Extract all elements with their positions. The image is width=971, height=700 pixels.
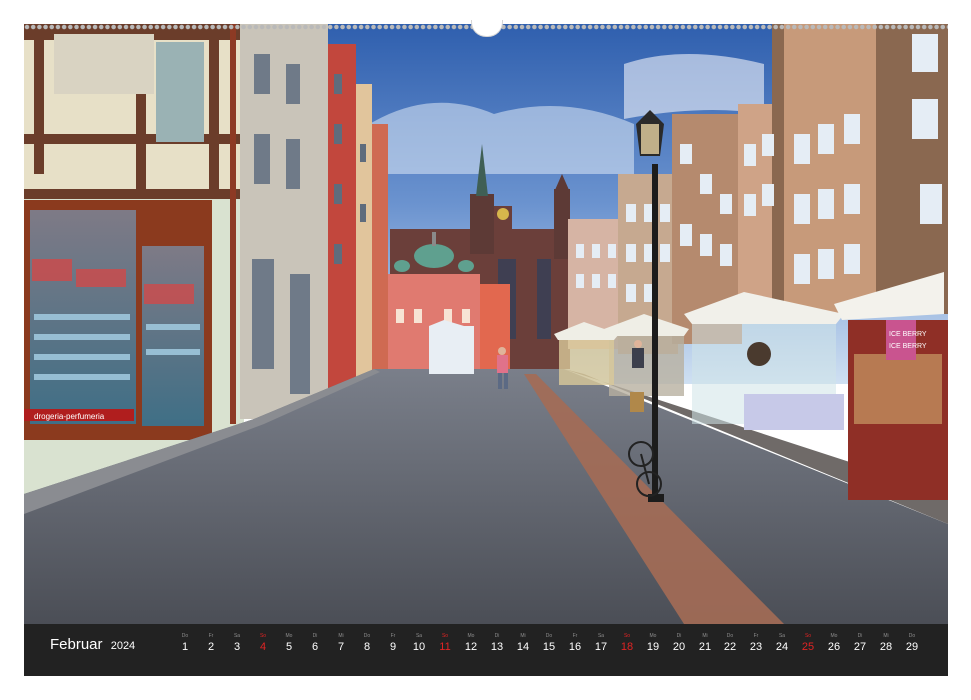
day-row: Do 1 Fr 2 Sa 3 So 4 Mo 5 Di 6 Mi 7 Do 8 Fr 9 Sa 10 So 11 Mo 12 D… (172, 633, 924, 665)
day-number: 14 (516, 641, 530, 653)
day-number: 4 (259, 641, 267, 653)
day-number: 12 (464, 641, 478, 653)
weekday-label: Di (312, 633, 318, 639)
weekday-label: Fr (753, 633, 759, 639)
day-cell: Do 8 (354, 633, 380, 654)
weekday-label: Mi (702, 633, 708, 639)
weekday-label: Sa (778, 633, 786, 639)
weekday-label: Di (676, 633, 682, 639)
day-number: 1 (181, 641, 189, 653)
weekday-label: Do (181, 633, 189, 639)
day-number: 27 (853, 641, 867, 653)
day-number: 22 (723, 641, 737, 653)
day-cell: Di 20 (666, 633, 692, 654)
day-cell: Di 27 (847, 633, 873, 654)
day-cell: So 4 (250, 633, 276, 654)
weekday-label: So (441, 633, 449, 639)
day-cell: Mi 14 (510, 633, 536, 654)
day-cell: So 18 (614, 633, 640, 654)
weekday-label: Sa (415, 633, 423, 639)
day-cell: Fr 9 (380, 633, 406, 654)
weekday-label: Di (857, 633, 863, 639)
weekday-label: Mo (830, 633, 838, 639)
day-number: 21 (698, 641, 712, 653)
weekday-label: So (804, 633, 812, 639)
day-number: 6 (311, 641, 319, 653)
day-cell: Di 13 (484, 633, 510, 654)
weekday-label: Do (908, 633, 916, 639)
day-cell: Mo 26 (821, 633, 847, 654)
day-number: 29 (905, 641, 919, 653)
day-cell: Sa 3 (224, 633, 250, 654)
weekday-label: Do (726, 633, 734, 639)
day-number: 15 (542, 641, 556, 653)
day-cell: Fr 23 (743, 633, 769, 654)
day-number: 23 (749, 641, 763, 653)
street-photo: drogeria-perfumeria ICE BERRY ICE BERRY (24, 24, 948, 624)
day-cell: So 11 (432, 633, 458, 654)
day-cell: Mo 12 (458, 633, 484, 654)
year: 2024 (110, 640, 136, 652)
day-number: 20 (672, 641, 686, 653)
day-number: 2 (207, 641, 215, 653)
weekday-label: So (259, 633, 267, 639)
day-number: 16 (568, 641, 582, 653)
weekday-label: So (623, 633, 631, 639)
weekday-label: Mi (883, 633, 889, 639)
day-number: 18 (620, 641, 634, 653)
weekday-label: Mo (467, 633, 475, 639)
stall-sign-line1: ICE BERRY (889, 331, 927, 338)
weekday-label: Mo (285, 633, 293, 639)
day-number: 5 (285, 641, 293, 653)
day-cell: Do 1 (172, 633, 198, 654)
weekday-label: Fr (572, 633, 578, 639)
weekday-label: Fr (208, 633, 214, 639)
day-cell: Fr 16 (562, 633, 588, 654)
weekday-label: Do (545, 633, 553, 639)
weekday-label: Do (363, 633, 371, 639)
month-name: Februar (50, 636, 103, 653)
day-cell: Mo 19 (640, 633, 666, 654)
day-number: 11 (439, 641, 451, 653)
weekday-label: Sa (233, 633, 241, 639)
day-cell: Di 6 (302, 633, 328, 654)
weekday-label: Di (494, 633, 500, 639)
day-number: 7 (337, 641, 345, 653)
day-cell: Mi 7 (328, 633, 354, 654)
weekday-label: Mi (338, 633, 344, 639)
weekday-label: Sa (597, 633, 605, 639)
day-cell: So 25 (795, 633, 821, 654)
day-number: 25 (801, 641, 815, 653)
day-cell: Mi 28 (873, 633, 899, 654)
day-cell: Fr 2 (198, 633, 224, 654)
day-cell: Do 15 (536, 633, 562, 654)
day-cell: Sa 17 (588, 633, 614, 654)
hdr-old-town-street-image: drogeria-perfumeria ICE BERRY ICE BERRY (24, 24, 948, 624)
weekday-label: Fr (390, 633, 396, 639)
day-number: 10 (412, 641, 426, 653)
day-number: 24 (775, 641, 789, 653)
day-cell: Do 22 (717, 633, 743, 654)
day-number: 19 (646, 641, 660, 653)
day-cell: Mo 5 (276, 633, 302, 654)
day-number: 28 (879, 641, 893, 653)
day-number: 13 (490, 641, 504, 653)
day-number: 17 (594, 641, 608, 653)
weekday-label: Mo (649, 633, 657, 639)
day-number: 9 (389, 641, 397, 653)
day-number: 3 (233, 641, 241, 653)
stall-sign-line2: ICE BERRY (889, 343, 927, 350)
weekday-label: Mi (520, 633, 526, 639)
month-label: Februar 2024 (50, 636, 135, 655)
calendar-strip: Februar 2024 Do 1 Fr 2 Sa 3 So 4 Mo 5 Di 6 Mi 7 Do 8 Fr 9… (24, 624, 948, 676)
day-cell: Sa 24 (769, 633, 795, 654)
day-cell: Do 29 (899, 633, 925, 654)
calendar-page: drogeria-perfumeria ICE BERRY ICE BERRY … (0, 0, 971, 700)
shop-sign-text: drogeria-perfumeria (34, 412, 105, 421)
day-number: 8 (363, 641, 371, 653)
day-cell: Sa 10 (406, 633, 432, 654)
day-number: 26 (827, 641, 841, 653)
day-cell: Mi 21 (692, 633, 718, 654)
